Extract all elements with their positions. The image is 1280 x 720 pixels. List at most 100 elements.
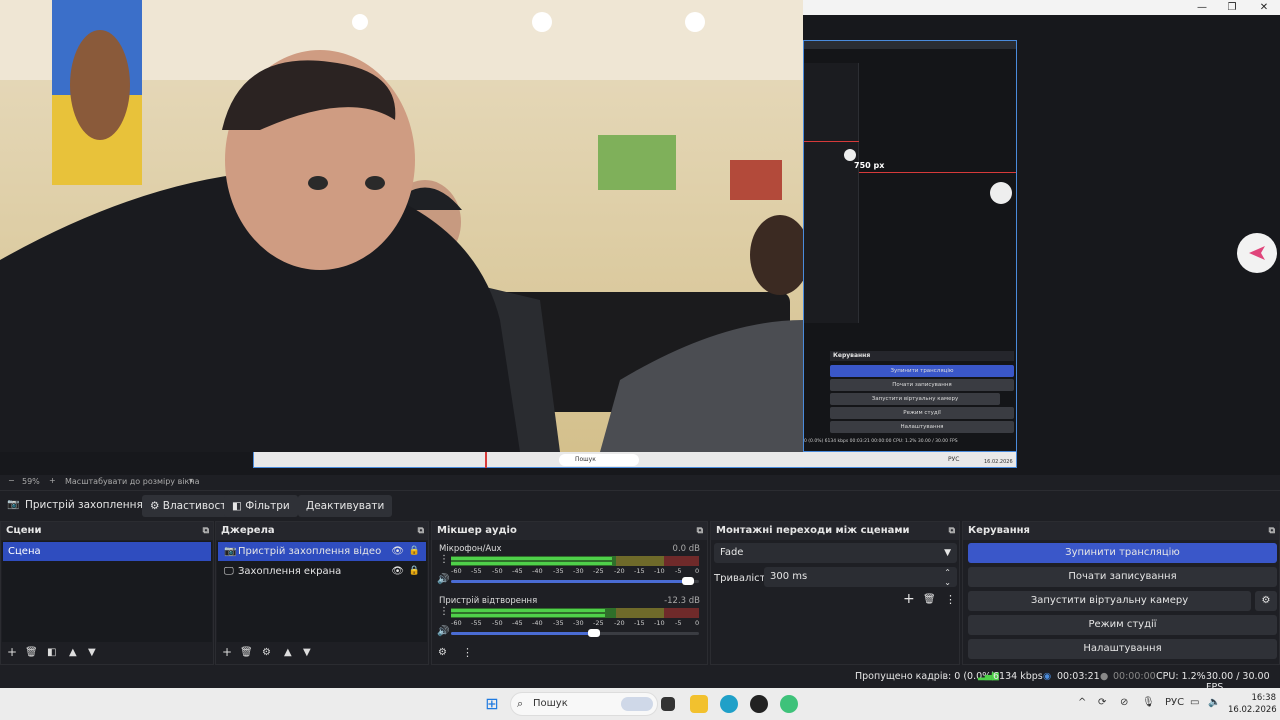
search-highlight-icon [621, 697, 653, 711]
nested-date: 16.02.2026 [984, 459, 1013, 465]
stream-icon: ◉ [1043, 671, 1052, 682]
clock-time[interactable]: 16:38 [1228, 693, 1277, 703]
gear-icon[interactable]: ⚙ [1255, 591, 1277, 611]
channel-menu-icon[interactable]: ⋮ [439, 555, 449, 565]
zoom-fit-label[interactable]: Масштабувати до розміру вікна [65, 477, 199, 486]
trash-icon[interactable]: 🗑 [25, 647, 38, 658]
file-explorer-icon[interactable] [690, 695, 708, 713]
virtual-camera-button[interactable]: Запустити віртуальну камеру [968, 591, 1251, 611]
eye-icon[interactable]: 👁 [391, 562, 404, 581]
trash-icon[interactable]: 🗑 [923, 594, 936, 605]
transition-select[interactable]: Fade ▼ [714, 543, 957, 563]
duration-input[interactable]: 300 ms ⌃ ⌄ [764, 567, 957, 587]
advanced-audio-icon[interactable]: ⚙ [438, 647, 447, 658]
nested-virtual-cam: Запустити віртуальну камеру [830, 393, 1000, 405]
audio-mixer-dock: Мікшер аудіо ⧉ Мікрофон/Aux 0.0 dB ⋮ -60 -… [431, 521, 708, 665]
down-icon[interactable]: ▼ [303, 647, 311, 658]
undock-icon[interactable]: ⧉ [949, 522, 955, 540]
language-indicator[interactable]: РУС [1165, 697, 1184, 708]
add-icon[interactable]: + [222, 645, 232, 659]
obs-icon[interactable] [750, 695, 768, 713]
deactivate-button[interactable]: Деактивувати [298, 495, 393, 517]
volume-slider[interactable] [451, 629, 699, 637]
level-meter [451, 608, 699, 618]
up-icon[interactable]: ▲ [69, 647, 77, 658]
source-item[interactable]: 📷 Пристрій захоплення відео 👁 🔒 [218, 542, 426, 561]
gear-icon[interactable]: ⚙ [262, 647, 271, 658]
trash-icon[interactable]: 🗑 [240, 647, 253, 658]
edge-icon[interactable] [720, 695, 738, 713]
chatgpt-icon[interactable] [780, 695, 798, 713]
undock-icon[interactable]: ⧉ [697, 522, 703, 540]
search-icon: ⌕ [517, 697, 524, 710]
screen-capture-preview: 750 px Керування Зупинити трансляцію Поч… [803, 40, 1017, 469]
channel-menu-icon[interactable]: ⋮ [439, 607, 449, 617]
studio-mode-button[interactable]: Режим студії [968, 615, 1277, 635]
zoom-out-button[interactable]: − [8, 476, 15, 485]
task-view-icon[interactable] [661, 697, 675, 711]
add-icon[interactable]: + [903, 591, 915, 607]
windows-start-icon[interactable]: ⊞ [483, 695, 501, 713]
close-button[interactable]: ✕ [1248, 0, 1280, 15]
lock-icon[interactable]: 🔒 [409, 542, 420, 561]
taskbar-search[interactable]: ⌕ Пошук [510, 692, 658, 716]
scenes-header: Сцени ⧉ [1, 522, 213, 540]
volume-slider[interactable] [451, 577, 699, 585]
transitions-body: Fade ▼ Тривалість 300 ms ⌃ ⌄ + 🗑 ⋮ [712, 541, 958, 664]
display-icon[interactable]: ▭ [1190, 697, 1199, 708]
spin-down-icon[interactable]: ⌄ [944, 573, 951, 593]
channel-db: 0.0 dB [672, 544, 700, 554]
nested-settings: Налаштування [830, 421, 1014, 433]
meter-tick-label: -10 [654, 567, 665, 575]
filters-button[interactable]: ◧ Фільтри [224, 495, 298, 517]
chevron-up-icon[interactable]: ^ [1078, 697, 1086, 708]
clock-date[interactable]: 16.02.2026 [1228, 705, 1277, 715]
undock-icon[interactable]: ⧉ [418, 522, 424, 540]
microphone-icon[interactable]: 🎙 [1142, 697, 1155, 708]
settings-button[interactable]: Налаштування [968, 639, 1277, 659]
meter-tick-label: -15 [634, 619, 645, 627]
zoom-in-button[interactable]: + [49, 476, 56, 485]
source-label: Пристрій захоплення відео [238, 546, 382, 557]
windows-taskbar: ⊞ ⌕ Пошук ^ ⟳ ⊘ 🎙 РУС ▭ 🔈 16:38 16.02.20… [0, 688, 1280, 720]
lock-icon[interactable]: 🔒 [409, 562, 420, 581]
mixer-header: Мікшер аудіо ⧉ [432, 522, 707, 540]
nested-taskbar: Пошук РУС 16.02.2026 [253, 451, 1017, 468]
tray-app-icon[interactable]: ⟳ [1098, 697, 1106, 708]
zoom-value: 59% [22, 477, 40, 486]
undock-icon[interactable]: ⧉ [203, 522, 209, 540]
red-guide-line [485, 451, 487, 468]
meter-tick-label: -30 [573, 567, 584, 575]
mixer-title: Мікшер аудіо [437, 525, 517, 536]
speaker-icon[interactable]: 🔊 [437, 626, 449, 637]
transition-value: Fade [720, 547, 744, 558]
network-off-icon[interactable]: ⊘ [1120, 697, 1128, 708]
nested-status-bar: 0 (0.0%) 6134 kbps 00:03:21 00:00:00 CPU… [804, 439, 958, 444]
source-item[interactable]: 🖵 Захоплення екрана 👁 🔒 [218, 562, 426, 581]
down-icon[interactable]: ▼ [88, 647, 96, 658]
start-record-button[interactable]: Почати записування [968, 567, 1277, 587]
speaker-icon[interactable]: 🔊 [437, 574, 449, 585]
eye-icon[interactable]: 👁 [391, 542, 404, 561]
properties-button[interactable]: ⚙ Властивості [142, 495, 238, 517]
filters-label: Фільтри [245, 500, 290, 512]
cpu-usage: CPU: 1.2% [1156, 671, 1206, 682]
meter-level [451, 609, 605, 612]
menu-dots-icon[interactable]: ⋮ [462, 646, 473, 659]
minimize-button[interactable]: — [1186, 0, 1218, 15]
scenes-footer: + 🗑 ◧ ▲ ▼ [1, 642, 213, 664]
sources-dock: Джерела ⧉ 📷 Пристрій захоплення відео 👁 🔒… [215, 521, 429, 665]
menu-dots-icon[interactable]: ⋮ [945, 593, 956, 606]
up-icon[interactable]: ▲ [284, 647, 292, 658]
filter-icon[interactable]: ◧ [47, 647, 56, 658]
volume-icon[interactable]: 🔈 [1208, 697, 1220, 708]
zoom-dropdown-icon[interactable]: ▾ [189, 476, 193, 485]
scene-item[interactable]: Сцена [3, 542, 211, 561]
nested-lang: РУС [948, 456, 960, 463]
stop-stream-button[interactable]: Зупинити трансляцію [968, 543, 1277, 563]
undock-icon[interactable]: ⧉ [1269, 522, 1275, 540]
meter-tick-label: -5 [675, 567, 682, 575]
maximize-button[interactable]: ❐ [1216, 0, 1248, 15]
meter-tick-label: -50 [492, 567, 503, 575]
add-icon[interactable]: + [7, 645, 17, 659]
